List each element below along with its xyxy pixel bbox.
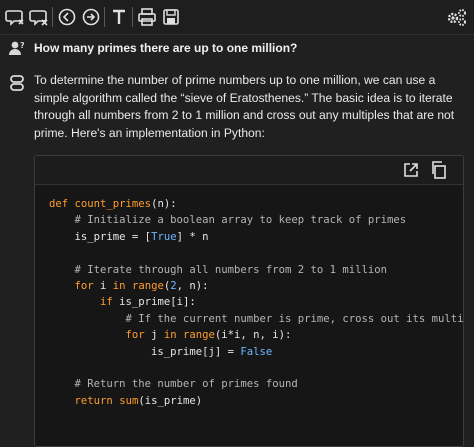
code-token: is_prime = [ [49, 230, 152, 243]
code-token: # Return the number of primes found [49, 378, 298, 391]
user-message: ? How many primes there are up to one mi… [0, 36, 474, 62]
code-line: # If the current number is prime, cross … [49, 312, 464, 325]
assistant-message: To determine the number of prime numbers… [0, 66, 474, 447]
open-external-icon[interactable] [401, 160, 421, 180]
forward-icon[interactable] [80, 6, 102, 28]
code-line: is_prime[j] = False [49, 346, 272, 358]
user-question: How many primes there are up to one mill… [34, 41, 298, 55]
code-token: is_prime[i]: [112, 296, 196, 309]
code-token: False [240, 345, 273, 358]
rewind-icon[interactable] [56, 6, 78, 28]
code-line: if is_prime[i]: [49, 296, 196, 308]
code-line: # Iterate through all numbers from 2 to … [49, 263, 388, 276]
toolbar-separator [104, 7, 105, 27]
code-line: # Return the number of primes found [49, 378, 298, 390]
code-token: in [112, 280, 126, 293]
assistant-answer-text: To determine the number of prime numbers… [34, 73, 455, 140]
code-line: is_prime = [True] * n [49, 230, 209, 243]
code-token: # If the current number is prime, cross … [49, 312, 464, 325]
code-token: count_primes [74, 198, 152, 210]
toolbar [0, 0, 474, 35]
code-token: (n): [151, 198, 177, 210]
code-token: if [100, 296, 113, 309]
user-avatar-icon: ? [8, 39, 26, 57]
code-line: for i in range(2, n): [49, 280, 209, 292]
code-token: range [131, 280, 164, 293]
code-token: j [144, 329, 164, 342]
code-token: # Initialize a boolean array to keep tra… [49, 214, 407, 227]
code-token: (is_prime) [138, 394, 203, 407]
copy-icon[interactable] [429, 160, 449, 180]
code-token: ] * n [176, 230, 209, 243]
assistant-avatar-icon [8, 74, 26, 92]
regenerate-icon[interactable] [4, 6, 26, 28]
settings-icon[interactable] [444, 6, 470, 28]
print-icon[interactable] [136, 6, 158, 28]
code-block: def count_primes(n): # Initialize a bool… [34, 155, 464, 447]
clear-chat-icon[interactable] [28, 6, 50, 28]
code-token: range [182, 329, 215, 342]
code-token: True [151, 230, 177, 243]
code-token: , n): [176, 280, 209, 293]
text-icon[interactable] [108, 6, 130, 28]
code-block-header [35, 156, 463, 185]
code-line: # Initialize a boolean array to keep tra… [49, 214, 407, 227]
code-line: return sum(is_prime) [49, 394, 203, 407]
code-token: return [74, 394, 113, 407]
code-token: sum [119, 394, 139, 407]
code-token: in [163, 329, 177, 342]
toolbar-separator [52, 7, 53, 27]
code-line: for j in range(i*i, n, i): [49, 329, 292, 342]
code-token: (i*i, n, i): [214, 329, 292, 342]
code-token: # Iterate through all numbers from 2 to … [49, 263, 388, 276]
code-token: for [125, 329, 145, 342]
code-content: def count_primes(n): # Initialize a bool… [49, 196, 464, 409]
save-icon[interactable] [160, 6, 182, 28]
toolbar-separator [132, 7, 133, 27]
code-token: for [74, 280, 94, 293]
code-line: def count_primes(n): [49, 198, 177, 210]
code-token: i [93, 280, 113, 293]
svg-text:?: ? [20, 41, 25, 50]
code-token: is_prime[j] = [49, 345, 241, 358]
code-token: def [49, 198, 75, 210]
